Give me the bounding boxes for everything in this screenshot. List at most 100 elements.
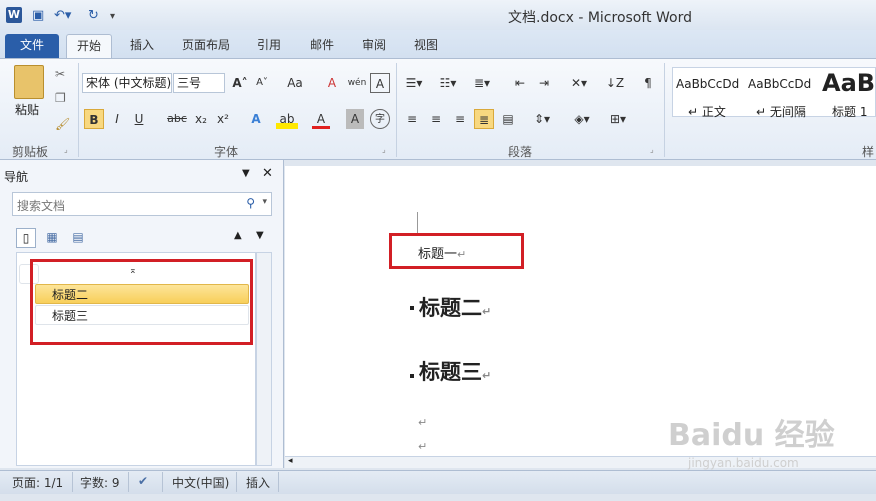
bold-button[interactable]: B [84,109,104,129]
tab-view[interactable]: 视图 [404,34,448,58]
headings-view-tab[interactable]: ▯ [16,228,36,248]
chinese-layout-icon[interactable]: ✕▾ [566,73,592,93]
page-count-status[interactable]: 页面: 1/1 [12,474,63,491]
empty-paragraph-mark: ↵ [418,440,428,453]
save-icon[interactable]: ▣ [32,8,44,23]
language-status[interactable]: 中文(中国) [172,474,229,491]
highlight-button[interactable]: ab [276,109,298,129]
ribbon: 粘贴 ✂ ❐ 🖌 剪贴板 ⌟ 宋体 (中文标题) 三号 A˄ A˅ Aa A w… [0,58,876,160]
justify-icon[interactable]: ≣ [474,109,494,129]
borders-icon[interactable]: ⊞▾ [604,109,632,129]
change-case-button[interactable]: Aa [282,73,308,93]
separator [278,472,279,492]
font-size-combo[interactable]: 三号 [173,73,225,93]
font-launcher-icon[interactable]: ⌟ [382,145,386,154]
window-title: 文档.docx - Microsoft Word [508,10,692,26]
move-down-icon[interactable]: ▼ [256,230,264,241]
paragraph-launcher-icon[interactable]: ⌟ [650,145,654,154]
italic-button[interactable]: I [108,109,126,129]
redo-icon[interactable]: ↻ [88,8,99,23]
enclose-char-button[interactable]: 字 [370,109,390,129]
bullets-icon[interactable]: ☰▾ [402,73,426,93]
format-painter-icon[interactable]: 🖌 [55,117,70,131]
subscript-button[interactable]: x₂ [192,109,210,129]
move-up-icon[interactable]: ▲ [234,230,242,241]
search-placeholder: 搜索文档 [17,199,66,213]
title-bar: W ▣ ↶▾ ↻ ▾ 文档.docx - Microsoft Word [0,0,876,30]
char-shading-button[interactable]: A [346,109,364,129]
styles-group-label: 样 [862,145,875,159]
nav-options-icon[interactable]: ▼ [242,168,250,179]
tab-insert[interactable]: 插入 [120,34,164,58]
pages-view-tab[interactable]: ▦ [42,228,62,248]
superscript-button[interactable]: x² [214,109,232,129]
baidu-watermark-url: jingyan.baidu.com [688,456,799,470]
decrease-indent-icon[interactable]: ⇤ [510,73,530,93]
underline-button[interactable]: U [130,109,148,129]
word-app-icon[interactable]: W [6,7,22,23]
results-view-tab[interactable]: ▤ [68,228,88,248]
strikethrough-button[interactable]: abc [164,109,190,129]
proofing-icon[interactable]: ✔ [138,474,148,488]
tab-mailings[interactable]: 邮件 [300,34,344,58]
separator [162,472,163,492]
sort-icon[interactable]: ↓Z [604,73,626,93]
separator [396,63,397,157]
style-normal-preview[interactable]: AaBbCcDd [676,77,739,91]
copy-icon[interactable]: ❐ [55,91,66,105]
shrink-font-button[interactable]: A˅ [252,73,272,93]
tab-home[interactable]: 开始 [66,34,113,58]
style-nospacing-name[interactable]: ↵ 无间隔 [756,103,806,120]
distributed-icon[interactable]: ▤ [498,109,518,129]
word-count-status[interactable]: 字数: 9 [80,474,120,491]
text-effect-button[interactable]: A [246,109,266,129]
search-dropdown-icon[interactable]: ▾ [262,197,267,207]
undo-icon[interactable]: ↶▾ [54,8,71,23]
clipboard-launcher-icon[interactable]: ⌟ [64,145,68,154]
separator [664,63,665,157]
nav-scrollbar[interactable] [256,252,272,466]
search-icon[interactable]: ⚲ [246,196,255,210]
grow-font-button[interactable]: A˄ [230,73,250,93]
align-left-icon[interactable]: ≡ [402,109,422,129]
clear-format-button[interactable]: A [322,73,342,93]
close-icon[interactable]: ✕ [262,166,273,181]
scroll-left-icon[interactable]: ◂ [288,456,293,466]
paragraph-mark: ↵ [482,305,492,318]
tab-file[interactable]: 文件 [5,34,59,58]
heading2-label: 标题二 [419,296,482,320]
heading3-text[interactable]: 标题三↵ [419,356,491,386]
show-marks-icon[interactable]: ¶ [640,73,656,93]
search-input[interactable]: 搜索文档 ⚲ ▾ [12,192,272,216]
style-heading1-name[interactable]: 标题 1 [832,103,867,120]
heading2-text[interactable]: 标题二↵ [419,292,491,322]
increase-indent-icon[interactable]: ⇥ [534,73,554,93]
empty-paragraph-mark: ↵ [418,416,428,429]
style-normal-name[interactable]: ↵ 正文 [688,103,726,120]
insert-mode-status[interactable]: 插入 [246,474,270,491]
tab-page-layout[interactable]: 页面布局 [172,34,240,58]
baidu-watermark: Baidu 经验 [668,418,835,453]
ribbon-tabs: 文件 开始 插入 页面布局 引用 邮件 审阅 视图 [0,30,876,58]
align-right-icon[interactable]: ≡ [450,109,470,129]
line-spacing-icon[interactable]: ⇕▾ [528,109,556,129]
shading-icon[interactable]: ◈▾ [568,109,596,129]
align-center-icon[interactable]: ≡ [426,109,446,129]
style-nospacing-preview[interactable]: AaBbCcDd [748,77,811,91]
multilevel-list-icon[interactable]: ≣▾ [470,73,494,93]
paste-button[interactable]: 粘贴 [15,101,39,118]
separator [128,472,129,492]
paste-icon[interactable] [14,65,44,99]
tab-references[interactable]: 引用 [247,34,291,58]
cut-icon[interactable]: ✂ [55,67,65,81]
font-color-button[interactable]: A [312,109,330,129]
char-border-button[interactable]: A [370,73,390,93]
separator [236,472,237,492]
paragraph-mark: ↵ [482,369,492,382]
style-heading1-preview[interactable]: AaBb [822,69,876,97]
phonetic-guide-button[interactable]: wén [346,73,368,93]
tab-review[interactable]: 审阅 [352,34,396,58]
font-name-combo[interactable]: 宋体 (中文标题) [82,73,172,93]
customize-toolbar-icon[interactable]: ▾ [110,11,115,22]
numbering-icon[interactable]: ☷▾ [436,73,460,93]
